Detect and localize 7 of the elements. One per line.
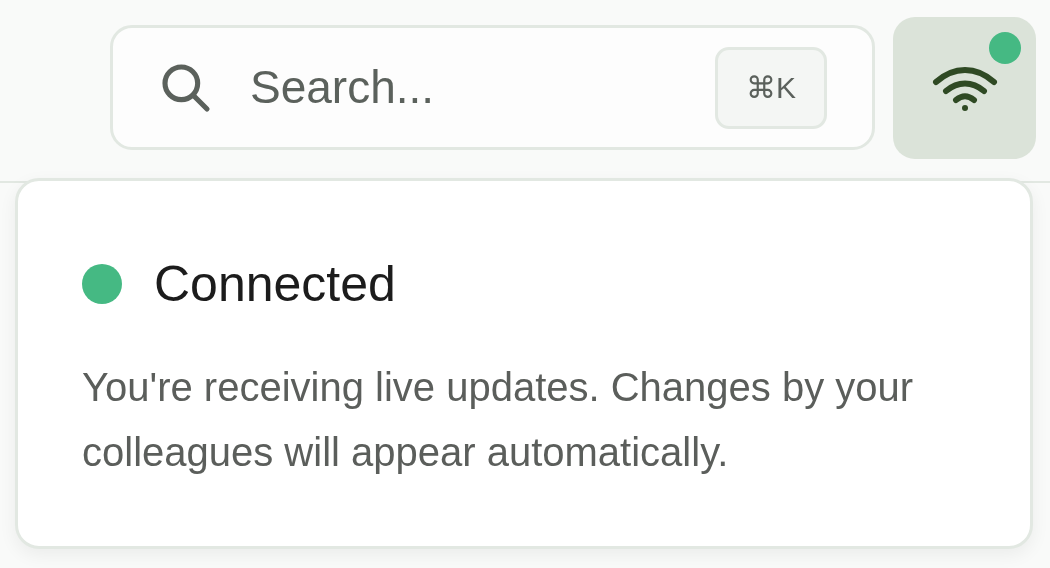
connection-status-button[interactable] <box>893 17 1036 159</box>
status-description: You're receiving live updates. Changes by your colleagues will appear automatically. <box>82 364 915 476</box>
wifi-icon <box>931 64 998 112</box>
search-input[interactable]: Search... <box>250 53 715 122</box>
status-title: Connected <box>154 259 396 309</box>
search-field[interactable]: Search... ⌘K <box>110 25 875 150</box>
shortcut-hint: ⌘K <box>715 46 827 129</box>
